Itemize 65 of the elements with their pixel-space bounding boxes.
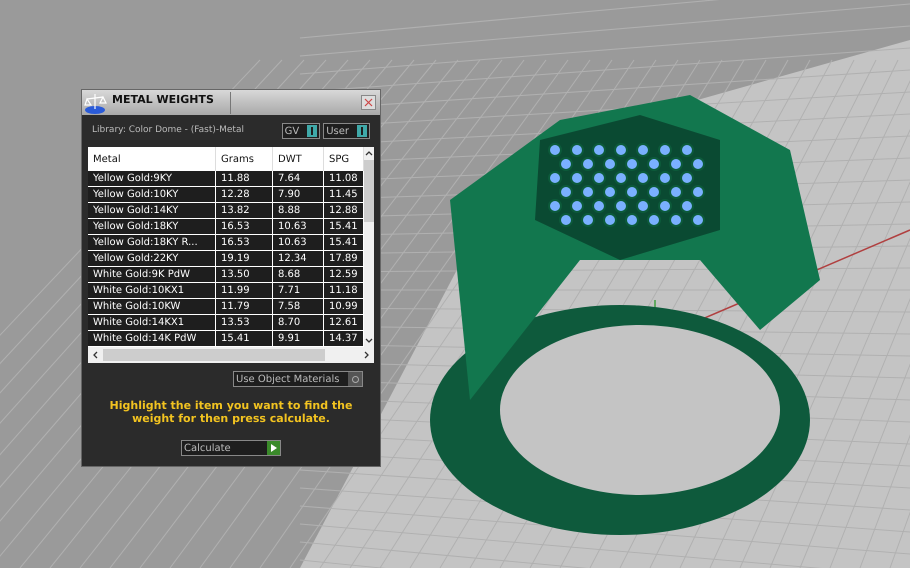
table-cell: 11.88 (216, 171, 273, 187)
play-icon (267, 441, 280, 455)
table-cell: 19.19 (216, 251, 273, 267)
table-cell: 15.41 (216, 331, 273, 347)
scroll-down-icon (365, 338, 373, 343)
table-cell: 12.61 (324, 315, 364, 331)
close-button[interactable] (361, 95, 376, 110)
table-cell: 16.53 (216, 235, 273, 251)
table-cell: 10.63 (273, 219, 324, 235)
table-cell: Yellow Gold:22KY (88, 251, 216, 267)
table-cell: 13.50 (216, 267, 273, 283)
toggle-switch[interactable]: GV (282, 123, 320, 139)
switch-indicator (357, 125, 367, 137)
table-cell: 7.64 (273, 171, 324, 187)
table-cell: 12.88 (324, 203, 364, 219)
table-cell: White Gold:14KX1 (88, 315, 216, 331)
table-cell: 12.34 (273, 251, 324, 267)
scroll-up-icon (365, 151, 373, 156)
table-cell: 14.37 (324, 331, 364, 347)
table-cell: 10.99 (324, 299, 364, 315)
horizontal-scrollbar[interactable] (88, 347, 374, 363)
table-cell: 13.82 (216, 203, 273, 219)
table-cell: 11.99 (216, 283, 273, 299)
scroll-right-icon (364, 351, 369, 359)
table-cell: 11.08 (324, 171, 364, 187)
instruction-text: Highlight the item you want to find the weight for then press calculate. (108, 399, 354, 425)
vertical-scrollbar[interactable] (364, 147, 374, 347)
table-cell: 7.90 (273, 187, 324, 203)
table-cell: 12.59 (324, 267, 364, 283)
scroll-left-icon (93, 351, 98, 359)
table-cell: 9.91 (273, 331, 324, 347)
table-cell: 11.18 (324, 283, 364, 299)
table-cell: 15.41 (324, 219, 364, 235)
table-cell: 10.63 (273, 235, 324, 251)
panel-title: METAL WEIGHTS (112, 92, 215, 108)
table-cell: 13.53 (216, 315, 273, 331)
table-cell: Yellow Gold:18KY R... (88, 235, 216, 251)
table-cell: White Gold:14K PdW (88, 331, 216, 347)
table-cell: 7.71 (273, 283, 324, 299)
table-cell: White Gold:10KX1 (88, 283, 216, 299)
table-cell: 15.41 (324, 235, 364, 251)
table-cell: Yellow Gold:10KY (88, 187, 216, 203)
switch-indicator (307, 125, 318, 137)
scroll-thumb[interactable] (103, 349, 325, 361)
table-cell: 12.28 (216, 187, 273, 203)
toggle-switch[interactable]: User (323, 123, 370, 139)
table-cell: Yellow Gold:9KY (88, 171, 216, 187)
table-cell: 11.79 (216, 299, 273, 315)
table-cell: 8.68 (273, 267, 324, 283)
table-cell: 8.88 (273, 203, 324, 219)
radio-indicator (348, 372, 362, 386)
table-cell: Yellow Gold:18KY (88, 219, 216, 235)
scroll-thumb[interactable] (364, 160, 374, 222)
table-cell: White Gold:10KW (88, 299, 216, 315)
table-cell: 11.45 (324, 187, 364, 203)
table-cell: 7.58 (273, 299, 324, 315)
calculate-button[interactable]: Calculate (181, 440, 281, 456)
table-cell: 8.70 (273, 315, 324, 331)
library-label: Library: Color Dome - (Fast)-Metal (92, 124, 245, 138)
table-cell: White Gold:9K PdW (88, 267, 216, 283)
table-cell: Yellow Gold:14KY (88, 203, 216, 219)
table-cell: 17.89 (324, 251, 364, 267)
table-cell: 16.53 (216, 219, 273, 235)
use-object-materials-toggle[interactable]: Use Object Materials (233, 371, 363, 387)
close-icon (364, 98, 373, 107)
